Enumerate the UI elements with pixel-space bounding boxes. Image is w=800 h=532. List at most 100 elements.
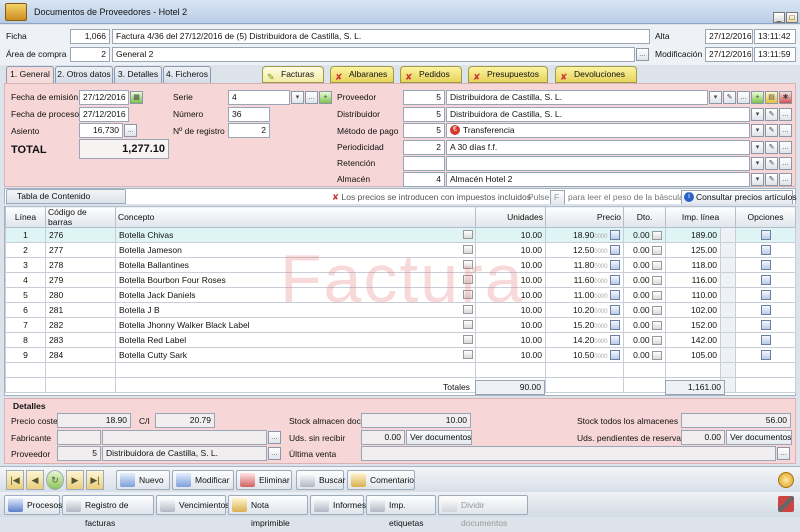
dto-lookup-icon[interactable]: [652, 261, 662, 271]
cell-codigo[interactable]: 276: [45, 227, 116, 243]
dto-lookup-icon[interactable]: [652, 336, 662, 346]
cell-opciones[interactable]: [735, 362, 797, 378]
cell-linea[interactable]: 6: [5, 302, 46, 318]
concepto-lookup-icon[interactable]: [463, 335, 473, 344]
dto-lookup-icon[interactable]: [652, 276, 662, 286]
cell-unidades[interactable]: [475, 362, 546, 378]
cell-importe[interactable]: [665, 362, 721, 378]
cell-opciones[interactable]: [735, 272, 797, 288]
cell-importe[interactable]: 189.00: [665, 227, 721, 243]
cell-linea[interactable]: 2: [5, 242, 46, 258]
col-unidades[interactable]: Unidades: [475, 206, 546, 228]
options-icon[interactable]: [760, 305, 771, 316]
table-row[interactable]: [5, 362, 797, 378]
metodo-lookup-button[interactable]: …: [779, 124, 792, 137]
ultima-venta-lookup-button[interactable]: …: [777, 447, 790, 460]
minimize-button[interactable]: _: [773, 12, 785, 23]
comentario-button[interactable]: Comentario: [347, 470, 415, 490]
cell-precio[interactable]: 12.500000: [545, 242, 624, 258]
col-precio[interactable]: Precio: [545, 206, 624, 228]
price-calc-icon[interactable]: [610, 305, 620, 316]
eliminar-button[interactable]: Eliminar: [236, 470, 292, 490]
cell-linea[interactable]: 3: [5, 257, 46, 273]
f-key-button[interactable]: F: [550, 190, 565, 205]
proveedor-lookup-button[interactable]: …: [737, 91, 750, 104]
options-icon[interactable]: [760, 290, 771, 301]
maximize-button[interactable]: □: [786, 12, 798, 23]
cell-codigo[interactable]: 277: [45, 242, 116, 258]
almacen-number[interactable]: 4: [403, 172, 445, 187]
asiento-lookup-button[interactable]: …: [124, 124, 137, 137]
col-linea[interactable]: Línea: [5, 206, 46, 228]
cell-linea[interactable]: 9: [5, 347, 46, 363]
almacen-lookup-button[interactable]: …: [779, 173, 792, 186]
price-calc-icon[interactable]: [610, 335, 620, 346]
cell-linea[interactable]: 4: [5, 272, 46, 288]
cell-opciones[interactable]: [735, 242, 797, 258]
cell-opciones[interactable]: [735, 347, 797, 363]
cell-precio[interactable]: 10.500000: [545, 347, 624, 363]
cell-precio[interactable]: 14.200000: [545, 332, 624, 348]
dto-lookup-icon[interactable]: [652, 231, 662, 241]
periodicidad-dropdown-button[interactable]: ▾: [751, 141, 764, 154]
col-codigo[interactable]: Código de barras: [45, 206, 116, 228]
cell-linea[interactable]: 7: [5, 317, 46, 333]
price-calc-icon[interactable]: [610, 260, 620, 271]
fecha-proceso-input[interactable]: 27/12/2016: [79, 107, 129, 122]
retencion-number[interactable]: [403, 156, 445, 171]
cell-linea[interactable]: 1: [5, 227, 46, 243]
periodicidad-edit-icon[interactable]: ✎: [765, 141, 778, 154]
cell-dto[interactable]: 0.00: [623, 317, 666, 333]
doctab-pedidos[interactable]: ✘ Pedidos: [400, 66, 462, 83]
cell-dto[interactable]: 0.00: [623, 332, 666, 348]
periodicidad-name[interactable]: A 30 días f.f.: [446, 140, 750, 155]
proveedor-edit-icon[interactable]: ✎: [723, 91, 736, 104]
cell-concepto[interactable]: Botella Jhonny Walker Black Label: [115, 317, 476, 333]
cell-opciones[interactable]: [735, 287, 797, 303]
serie-lookup-button[interactable]: …: [305, 91, 318, 104]
table-row[interactable]: 7 282 Botella Jhonny Walker Black Label 10.…: [5, 317, 797, 333]
serie-add-icon[interactable]: +: [319, 91, 332, 104]
cell-opciones[interactable]: [735, 257, 797, 273]
cell-importe[interactable]: 110.00: [665, 287, 721, 303]
cell-dto[interactable]: 0.00: [623, 287, 666, 303]
nota-imprimible-button[interactable]: Nota imprimible: [228, 495, 308, 528]
options-icon[interactable]: [760, 275, 771, 286]
tab-otros-datos[interactable]: 2. Otros datos: [55, 66, 113, 83]
area-name[interactable]: General 2: [112, 47, 635, 62]
cell-opciones[interactable]: [735, 317, 797, 333]
cell-unidades[interactable]: 10.00: [475, 317, 546, 333]
dividir-documentos-button[interactable]: Dividir documentos: [438, 495, 528, 528]
price-calc-icon[interactable]: [610, 290, 620, 301]
asiento-input[interactable]: 16,730: [79, 123, 123, 138]
cell-importe[interactable]: 102.00: [665, 302, 721, 318]
cell-precio[interactable]: 18.900000: [545, 227, 624, 243]
cell-dto[interactable]: 0.00: [623, 272, 666, 288]
options-icon[interactable]: [760, 260, 771, 271]
modificar-button[interactable]: Modificar: [172, 470, 234, 490]
doctab-facturas[interactable]: ✎ Facturas: [262, 66, 324, 83]
imp-etiquetas-button[interactable]: Imp. etiquetas: [366, 495, 436, 528]
dto-lookup-icon[interactable]: [652, 321, 662, 331]
proveedor-dropdown-button[interactable]: ▾: [709, 91, 722, 104]
cell-dto[interactable]: 0.00: [623, 227, 666, 243]
cell-precio[interactable]: 11.800000: [545, 257, 624, 273]
col-importe[interactable]: Imp. línea: [664, 206, 737, 228]
cell-precio[interactable]: [545, 362, 624, 378]
price-calc-icon[interactable]: [610, 230, 620, 241]
concepto-lookup-icon[interactable]: [463, 230, 473, 239]
cell-codigo[interactable]: 278: [45, 257, 116, 273]
col-concepto[interactable]: Concepto: [115, 206, 476, 228]
retencion-name[interactable]: [446, 156, 750, 171]
proveedor-name[interactable]: Distribuidora de Castilla, S. L.: [446, 90, 708, 105]
area-lookup-button[interactable]: …: [636, 48, 649, 61]
doctab-albaranes[interactable]: ✘ Albaranes: [330, 66, 394, 83]
cell-linea[interactable]: [5, 362, 46, 378]
cell-importe[interactable]: 152.00: [665, 317, 721, 333]
doctab-presupuestos[interactable]: ✘ Presupuestos: [468, 66, 548, 83]
numero-input[interactable]: 36: [228, 107, 270, 122]
serie-dropdown-button[interactable]: ▾: [291, 91, 304, 104]
retencion-edit-icon[interactable]: ✎: [765, 157, 778, 170]
options-icon[interactable]: [760, 320, 771, 331]
settings-icon[interactable]: [778, 472, 794, 488]
